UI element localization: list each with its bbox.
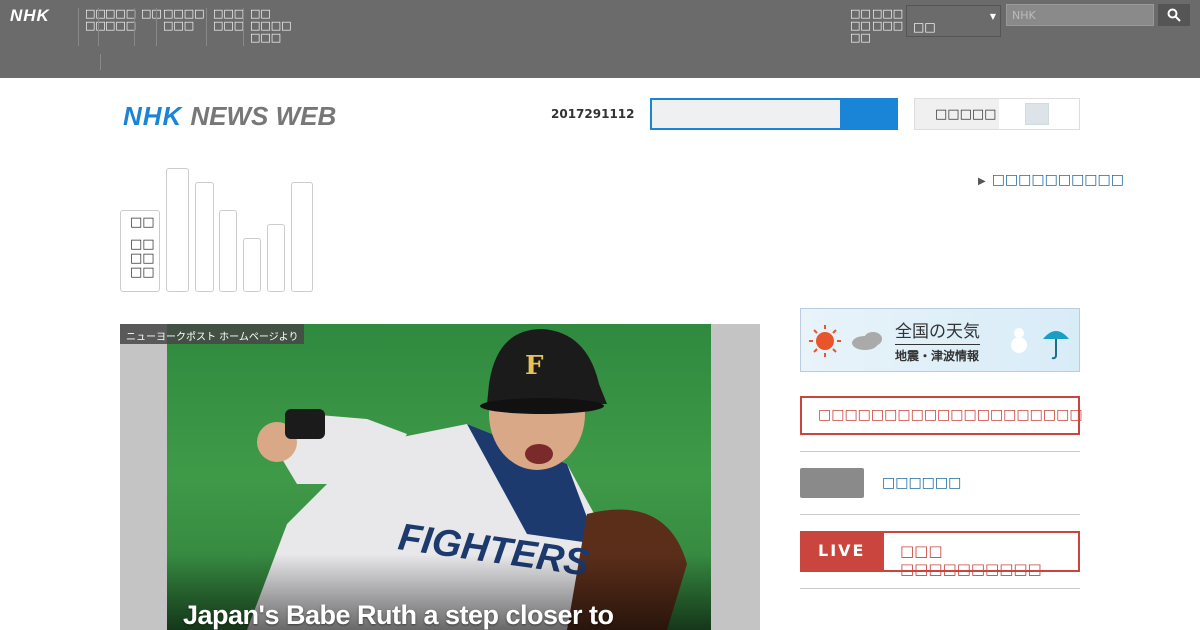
category-tab[interactable] [291, 182, 313, 292]
toggle-switch[interactable] [999, 99, 1079, 129]
category-tab[interactable] [243, 238, 261, 292]
category-tab[interactable] [195, 182, 214, 292]
top-search-input[interactable]: NHK [1006, 4, 1154, 26]
divider [800, 514, 1080, 515]
weather-title: 全国の天気 [895, 317, 980, 345]
triangle-right-icon: ▶ [978, 176, 986, 187]
brand-news-web: NEWS WEB [190, 101, 337, 131]
hero-title[interactable]: Japan's Babe Ruth a step closer to [183, 600, 614, 630]
chevron-down-icon: ▼ [989, 12, 996, 21]
photo-credit: ニューヨークポスト ホームページより [120, 324, 305, 344]
nhk-logo[interactable]: NHK [10, 6, 50, 26]
toggle-knob [1025, 103, 1049, 125]
category-tab[interactable] [219, 210, 237, 292]
svg-text:F: F [525, 351, 544, 381]
date-code: 2017291112 [551, 107, 635, 121]
category-tab-first[interactable]: □□ □□ □□ □□ [120, 210, 160, 292]
topnav-right-item-1[interactable]: □□ □□ □□ [850, 8, 871, 44]
hero-image: F FIGHTERS Japan's Babe Ruth a step clos… [167, 324, 711, 630]
region-select[interactable]: □□ ▼ [906, 5, 1001, 37]
global-topbar: NHK □□ □□ □□□ □□□ □□ □□□□ □□□ □□□ □□□ □□… [0, 0, 1200, 78]
snowman-umbrella-icon [1011, 328, 1069, 360]
toggle-label: □□□□□ [935, 107, 997, 122]
topnav-item-4[interactable]: □□□□ □□□ [156, 8, 205, 46]
gray-badge [800, 468, 864, 498]
category-tab[interactable] [166, 168, 189, 292]
category-label-top: □□ [130, 215, 155, 230]
weather-subtitle: 地震・津波情報 [895, 349, 980, 363]
hero-article[interactable]: F FIGHTERS Japan's Babe Ruth a step clos… [120, 324, 760, 630]
main-search-button[interactable] [840, 98, 898, 130]
category-tab[interactable] [267, 224, 285, 292]
topnav-item-2[interactable]: □□□ □□□ [98, 8, 136, 46]
notice-link-box[interactable]: □□□□□□□□□□□□□□□□□□□□ [800, 396, 1083, 435]
topnav-divider [100, 54, 101, 70]
weather-banner[interactable]: 全国の天気 地震・津波情報 [800, 308, 1080, 372]
search-icon [1167, 8, 1181, 22]
topnav-item-5[interactable]: □□□ □□□ [206, 8, 244, 46]
right-header-link[interactable]: ▶ □□□□□□□□□□ [978, 172, 1124, 188]
sidebar-link[interactable]: □□□□□□ [882, 475, 961, 491]
divider [800, 451, 1080, 452]
topnav-item-6[interactable]: □□ □□□□ □□□ [243, 8, 292, 46]
category-label-bottom: □□ □□ □□ [130, 237, 155, 280]
right-header-link-text: □□□□□□□□□□ [991, 172, 1124, 188]
top-search-button[interactable] [1158, 4, 1190, 26]
sun-cloud-icon [809, 325, 882, 357]
display-toggle[interactable]: □□□□□ [914, 98, 1080, 130]
pitcher-photo: F FIGHTERS [167, 329, 711, 630]
region-select-value: □□ [913, 20, 936, 34]
brand-nhk: NHK [123, 101, 183, 131]
live-badge: LIVE [802, 533, 884, 570]
divider [800, 588, 1080, 589]
live-stream-link[interactable]: LIVE □□□ □□□□□□□□□□ [800, 531, 1080, 578]
nhk-news-web-logo[interactable]: NHK NEWS WEB [123, 101, 336, 132]
live-text: □□□ □□□□□□□□□□ [900, 542, 1042, 578]
topnav-right-item-2[interactable]: □□□ □□□ [872, 8, 903, 32]
main-search-input[interactable] [650, 98, 842, 130]
